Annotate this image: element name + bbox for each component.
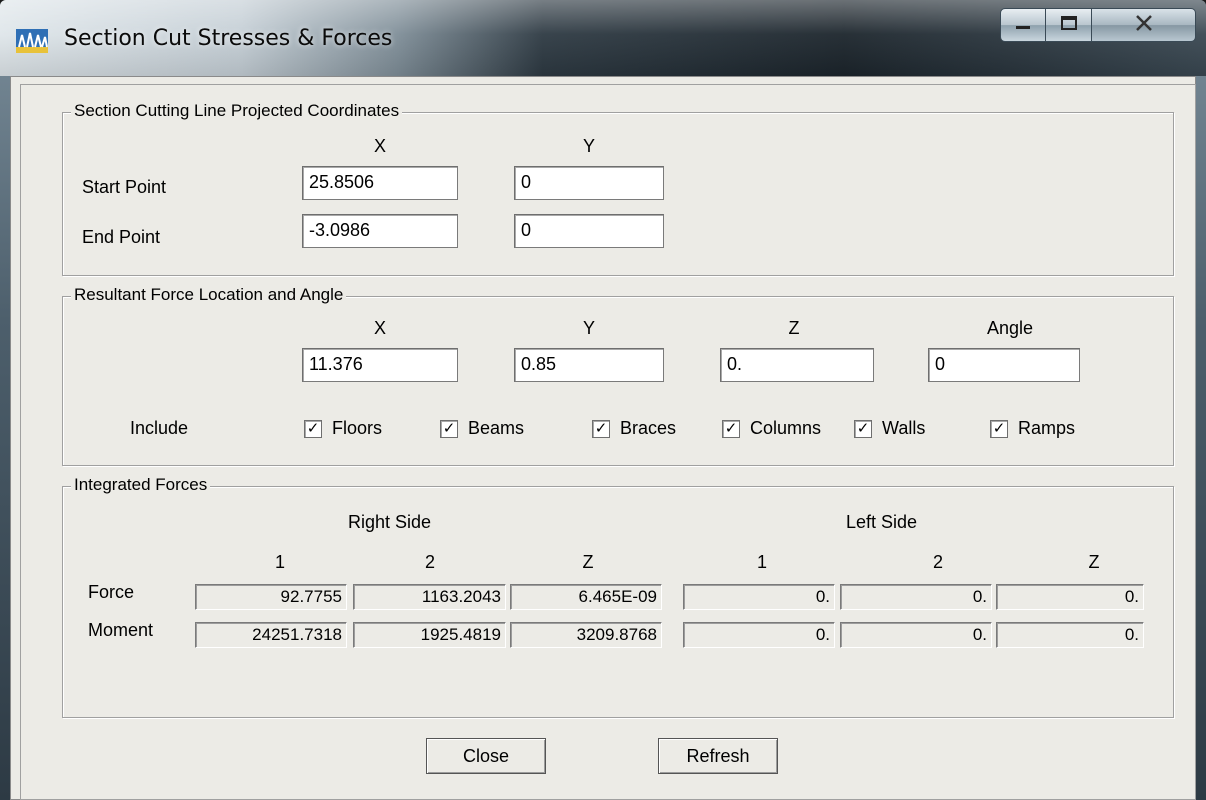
start-point-x-input[interactable]: 25.8506 (302, 166, 458, 200)
close-icon (1133, 14, 1155, 37)
left-col-1-header: 1 (756, 552, 767, 572)
section-cutting-group-label: Section Cutting Line Projected Coordinat… (71, 101, 403, 121)
checkbox-checked-icon: ✓ (722, 419, 740, 438)
resultant-col-z-header: Z (788, 318, 800, 338)
app-icon (16, 29, 48, 53)
include-braces-checkbox[interactable]: ✓ Braces (592, 418, 676, 439)
left-col-2-header: 2 (932, 552, 943, 572)
maximize-icon (1060, 15, 1078, 36)
force-left-z-value: 0. (996, 584, 1144, 610)
force-right-2-value: 1163.2043 (353, 584, 506, 610)
checkbox-checked-icon: ✓ (854, 419, 872, 438)
checkbox-checked-icon: ✓ (304, 419, 322, 438)
minimize-button[interactable] (1000, 8, 1046, 42)
resultant-group-label: Resultant Force Location and Angle (71, 285, 347, 305)
minimize-icon (1014, 15, 1032, 36)
include-beams-label: Beams (468, 418, 525, 438)
end-point-label: End Point (82, 227, 161, 247)
resultant-col-y-header: Y (582, 318, 595, 338)
include-ramps-label: Ramps (1018, 418, 1076, 438)
include-walls-checkbox[interactable]: ✓ Walls (854, 418, 925, 439)
include-columns-checkbox[interactable]: ✓ Columns (722, 418, 821, 439)
resultant-col-x-header: X (373, 318, 386, 338)
force-left-1-value: 0. (683, 584, 835, 610)
window-title: Section Cut Stresses & Forces (64, 26, 393, 51)
integrated-forces-group-label: Integrated Forces (71, 475, 211, 495)
include-walls-label: Walls (882, 418, 926, 438)
resultant-x-input[interactable]: 11.376 (302, 348, 458, 382)
force-left-2-value: 0. (840, 584, 992, 610)
moment-left-1-value: 0. (683, 622, 835, 648)
moment-right-1-value: 24251.7318 (195, 622, 347, 648)
include-columns-label: Columns (750, 418, 822, 438)
maximize-button[interactable] (1046, 8, 1092, 42)
checkbox-checked-icon: ✓ (592, 419, 610, 438)
include-floors-checkbox[interactable]: ✓ Floors (304, 418, 382, 439)
section-col-y-header: Y (582, 136, 595, 156)
start-point-label: Start Point (82, 177, 167, 197)
right-col-1-header: 1 (274, 552, 285, 572)
section-col-x-header: X (373, 136, 386, 156)
include-label: Include (130, 418, 189, 438)
moment-left-z-value: 0. (996, 622, 1144, 648)
right-side-header: Right Side (348, 512, 432, 532)
checkbox-checked-icon: ✓ (990, 419, 1008, 438)
moment-right-z-value: 3209.8768 (510, 622, 662, 648)
dialog-window: Section Cut Stresses & Forces Section Cu… (0, 0, 1206, 800)
left-side-header: Left Side (846, 512, 918, 532)
resultant-angle-input[interactable]: 0 (928, 348, 1080, 382)
right-col-2-header: 2 (424, 552, 435, 572)
refresh-button[interactable]: Refresh (658, 738, 778, 774)
force-right-1-value: 92.7755 (195, 584, 347, 610)
moment-right-2-value: 1925.4819 (353, 622, 506, 648)
include-floors-label: Floors (332, 418, 383, 438)
include-ramps-checkbox[interactable]: ✓ Ramps (990, 418, 1075, 439)
end-point-y-input[interactable]: 0 (514, 214, 664, 248)
right-col-z-header: Z (582, 552, 594, 572)
checkbox-checked-icon: ✓ (440, 419, 458, 438)
resultant-col-angle-header: Angle (986, 318, 1034, 338)
close-window-button[interactable] (1092, 8, 1196, 42)
left-col-z-header: Z (1088, 552, 1100, 572)
start-point-y-input[interactable]: 0 (514, 166, 664, 200)
include-braces-label: Braces (620, 418, 677, 438)
end-point-x-input[interactable]: -3.0986 (302, 214, 458, 248)
resultant-z-input[interactable]: 0. (720, 348, 874, 382)
resultant-y-input[interactable]: 0.85 (514, 348, 664, 382)
moment-row-label: Moment (88, 620, 154, 640)
close-button[interactable]: Close (426, 738, 546, 774)
include-beams-checkbox[interactable]: ✓ Beams (440, 418, 524, 439)
title-bar[interactable]: Section Cut Stresses & Forces (0, 0, 1206, 76)
force-right-z-value: 6.465E-09 (510, 584, 662, 610)
force-row-label: Force (88, 582, 135, 602)
moment-left-2-value: 0. (840, 622, 992, 648)
